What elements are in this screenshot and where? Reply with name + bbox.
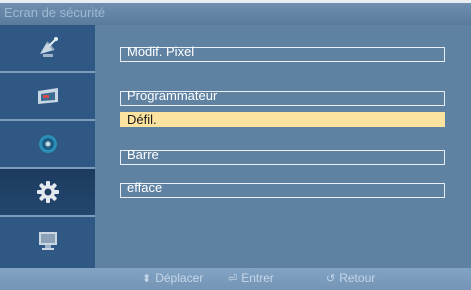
- move-hint: ⬍ Déplacer: [142, 271, 203, 285]
- sidebar: [0, 25, 95, 268]
- tv-screen-icon: [38, 88, 58, 104]
- menu-item-label: efface: [127, 180, 163, 195]
- return-hint: ↺ Retour: [326, 271, 375, 285]
- menu-item-label: Modif. Pixel: [127, 44, 195, 59]
- enter-hint-label: Entrer: [241, 271, 274, 285]
- sidebar-item-setup[interactable]: [0, 169, 95, 215]
- monitor-icon: [39, 232, 57, 250]
- return-icon: ↺: [326, 273, 336, 285]
- disc-icon: [39, 135, 57, 153]
- menu-item-scroll[interactable]: Défil.: [120, 112, 445, 127]
- osd-window: Ecran de sécurité Modif. Pixel Programma…: [0, 3, 471, 290]
- title-bar: Ecran de sécurité: [0, 3, 471, 25]
- sidebar-item-input[interactable]: [0, 25, 95, 71]
- satellite-dish-icon: [40, 37, 58, 57]
- move-hint-label: Déplacer: [155, 271, 204, 285]
- menu-item-label: Programmateur: [127, 88, 218, 103]
- page-title: Ecran de sécurité: [4, 5, 106, 20]
- gear-icon: [37, 181, 59, 203]
- menu-item-pixel-shift[interactable]: Modif. Pixel: [120, 44, 445, 62]
- menu-item-bar[interactable]: Barre: [120, 147, 445, 165]
- sidebar-item-multi-control[interactable]: [0, 217, 95, 263]
- menu-item-eraser[interactable]: efface: [120, 180, 445, 198]
- menu-panel: Modif. Pixel Programmateur Défil. Barre …: [95, 25, 471, 268]
- menu-item-timer[interactable]: Programmateur: [120, 88, 445, 106]
- up-down-arrow-icon: ⬍: [142, 273, 152, 285]
- enter-icon: ⏎: [228, 273, 238, 285]
- return-hint-label: Retour: [339, 271, 376, 285]
- menu-item-label: Barre: [127, 147, 159, 162]
- sidebar-item-picture[interactable]: [0, 73, 95, 119]
- enter-hint: ⏎ Entrer: [228, 271, 274, 285]
- menu-item-label: Défil.: [127, 112, 157, 127]
- footer-hints: ⬍ Déplacer ⏎ Entrer ↺ Retour: [0, 268, 471, 290]
- sidebar-item-sound[interactable]: [0, 121, 95, 167]
